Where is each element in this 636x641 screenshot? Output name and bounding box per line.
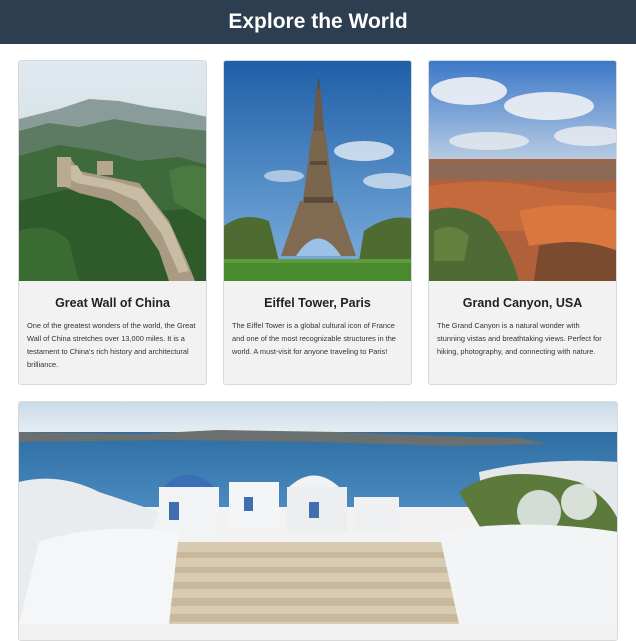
page-header: Explore the World: [0, 0, 636, 44]
great-wall-photo: [19, 61, 206, 281]
card-title: Grand Canyon, USA: [462, 296, 583, 310]
grand-canyon-photo: [429, 61, 616, 281]
card-title: Great Wall of China: [55, 296, 170, 310]
card-description: The Eiffel Tower is a global cultural ic…: [232, 321, 396, 356]
destination-card-wide[interactable]: [18, 401, 618, 641]
santorini-photo: [19, 402, 617, 624]
destination-card-eiffel-tower[interactable]: Eiffel Tower, Paris The Eiffel Tower is …: [223, 60, 412, 385]
destination-card-great-wall[interactable]: Great Wall of China One of the greatest …: [18, 60, 207, 385]
card-title: Eiffel Tower, Paris: [264, 296, 371, 310]
card-description: The Grand Canyon is a natural wonder wit…: [437, 321, 602, 356]
destination-card-grand-canyon[interactable]: Grand Canyon, USA The Grand Canyon is a …: [428, 60, 617, 385]
page-title: Explore the World: [228, 10, 408, 33]
eiffel-tower-photo: [224, 61, 411, 281]
card-description: One of the greatest wonders of the world…: [27, 321, 196, 369]
